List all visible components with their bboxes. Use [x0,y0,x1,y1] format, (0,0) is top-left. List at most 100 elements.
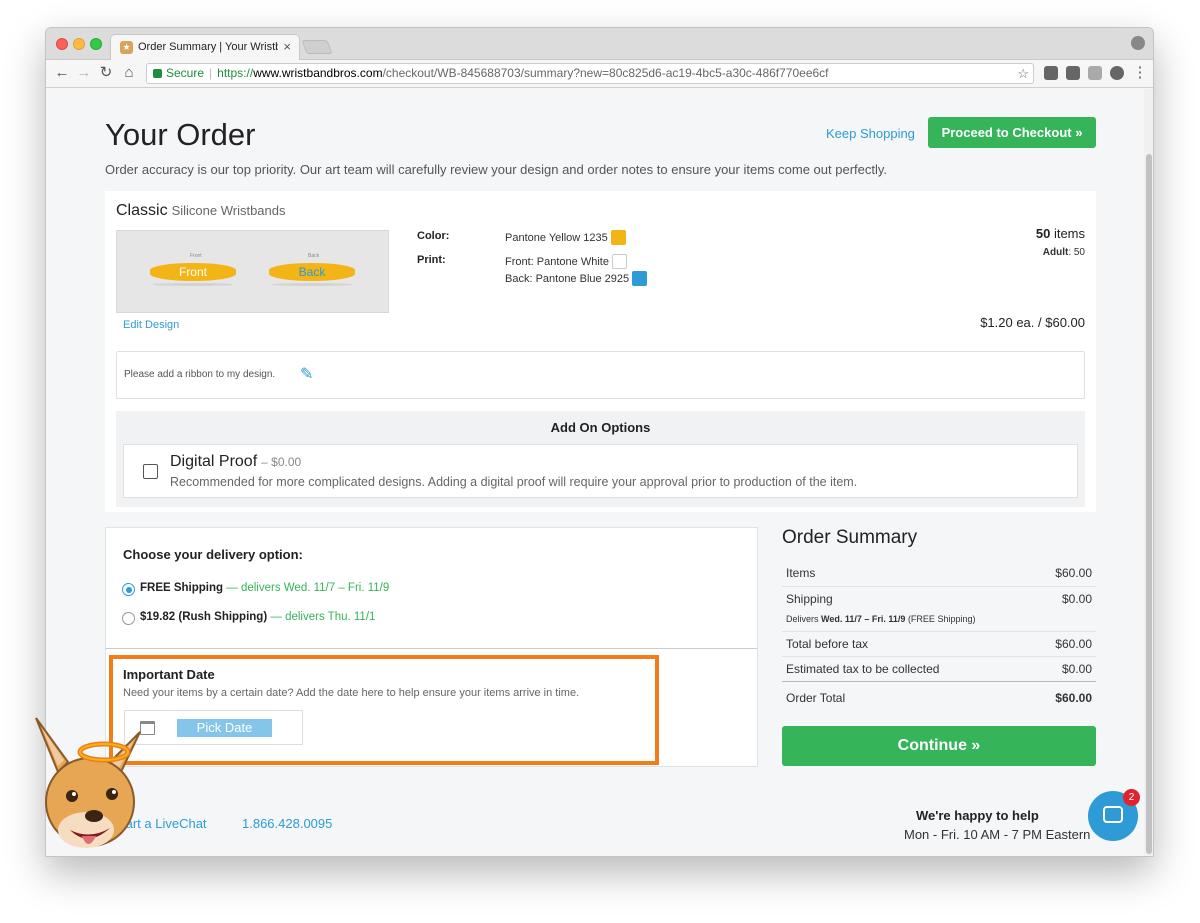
page-scrollbar[interactable] [1144,89,1153,856]
address-bar[interactable]: Secure | https://www.wristbandbros.com/che… [146,63,1034,84]
print-back-text: Back: Pantone Blue 2925 [505,273,630,285]
quantity-number: 50 [1035,226,1051,241]
cloud-extension-icon[interactable] [1088,66,1102,80]
chat-unread-badge: 2 [1123,789,1140,806]
summary-total-row: Order Total $60.00 [782,681,1096,710]
extension-icon[interactable] [1110,66,1124,80]
secure-label: Secure [166,66,205,80]
add-on-price: – $0.00 [261,455,302,469]
quantity-unit: items [1053,226,1085,241]
band-back-shadow [272,283,352,286]
date-picker[interactable]: Pick Date [124,710,303,745]
url-path: /checkout/WB-845688703/summary?new=80c82… [382,66,829,80]
url-scheme: https:// [217,66,254,80]
page-content: Your Order Keep Shopping Proceed to Chec… [46,89,1146,856]
front-caption: Front [190,253,202,259]
edit-design-link[interactable]: Edit Design [123,319,179,331]
proceed-to-checkout-button[interactable]: Proceed to Checkout » [928,117,1096,148]
shipping-value: $0.00 [1061,592,1092,606]
scrollbar-thumb[interactable] [1146,154,1152,854]
important-date-section: Important Date Need your items by a cert… [109,655,659,765]
product-card: Classic Silicone Wristbands Front Back Fr… [105,191,1096,512]
band-front: Front [150,263,236,281]
items-label: Items [786,566,816,580]
unit-price: $1.20 ea. / $60.00 [980,315,1085,330]
close-window-button[interactable] [56,38,68,50]
phone-link[interactable]: 1.866.428.0095 [242,816,332,831]
digital-proof-checkbox[interactable] [143,464,158,479]
yellow-swatch [610,230,626,245]
back-caption: Back [308,253,320,259]
delivery-title: Choose your delivery option: [123,547,303,562]
tab-close-icon[interactable]: × [283,39,291,54]
minimize-window-button[interactable] [73,38,85,50]
rush-shipping-radio[interactable] [122,612,135,625]
lock-icon [153,69,162,78]
add-on-digital-proof[interactable]: Digital Proof – $0.00 Recommended for mor… [123,444,1078,498]
tax-value: $0.00 [1061,662,1092,676]
forward-arrow-icon[interactable]: → [75,64,93,82]
free-shipping-label: FREE Shipping [140,582,224,594]
total-label: Order Total [786,691,846,705]
print-label: Print: [417,254,446,266]
add-on-description: Recommended for more complicated designs… [170,475,858,489]
product-subtitle: Silicone Wristbands [171,203,286,218]
order-summary-title: Order Summary [782,527,918,548]
adult-value: : 50 [1068,247,1085,258]
summary-delivers-row: Delivers Wed. 11/7 – Fri. 11/9 (FREE Shi… [782,611,1096,631]
pencil-icon[interactable]: ✎ [300,364,318,383]
important-date-description: Need your items by a certain date? Add t… [123,687,580,699]
browser-tab[interactable]: ★ Order Summary | Your Wristba × [110,34,300,60]
add-on-name: Digital Proof – $0.00 [170,453,301,471]
white-swatch [611,254,627,269]
add-on-options: Add On Options Digital Proof – $0.00 Reco… [116,411,1085,507]
keep-shopping-link[interactable]: Keep Shopping [826,126,915,141]
reload-icon[interactable]: ↻ [97,64,115,82]
rush-shipping-detail: — delivers Thu. 11/1 [270,611,376,623]
add-on-name-text: Digital Proof [170,453,258,470]
delivery-divider [106,648,757,649]
quantity: 50 items [1036,226,1085,241]
total-value: $60.00 [1055,691,1092,705]
adult-quantity: Adult: 50 [1043,247,1085,258]
mail-extension-icon[interactable] [1066,66,1080,80]
page-title: Your Order [105,117,256,152]
order-note[interactable]: Please add a ribbon to my design. ✎ [116,351,1085,399]
summary-tax-row: Estimated tax to be collected $0.00 [782,656,1096,681]
add-on-title: Add On Options [550,420,651,435]
chihuahua-mascot-icon [35,717,141,848]
before-tax-value: $60.00 [1055,637,1092,651]
back-arrow-icon[interactable]: ← [53,64,71,82]
chat-icon [1103,806,1123,823]
rush-shipping-option[interactable]: $19.82 (Rush Shipping) — delivers Thu. 1… [140,611,375,623]
free-shipping-radio[interactable] [122,583,135,596]
new-tab-button[interactable] [301,40,333,54]
menu-kebab-icon[interactable]: ⋮ [1131,64,1149,82]
print-back-value: Back: Pantone Blue 2925 [505,271,648,286]
url-host: www.wristbandbros.com [253,66,383,80]
help-heading: We're happy to help [916,808,1039,823]
important-date-title: Important Date [123,667,215,682]
product-name: Classic [116,202,168,219]
profile-icon[interactable] [1131,36,1145,50]
help-hours: Mon - Fri. 10 AM - 7 PM Eastern [904,827,1091,842]
bookmark-star-icon[interactable]: ☆ [1017,64,1029,83]
delivery-panel: Choose your delivery option: FREE Shippi… [105,527,758,767]
maximize-window-button[interactable] [90,38,102,50]
band-front-shadow [153,283,233,286]
items-value: $60.00 [1055,566,1092,580]
band-back: Back [269,263,355,281]
color-value: Pantone Yellow 1235 [505,230,626,245]
continue-button[interactable]: Continue » [782,726,1096,766]
pick-date-button[interactable]: Pick Date [177,719,272,737]
browser-window: ★ Order Summary | Your Wristba × ← → ↻ ⌂… [45,27,1154,857]
color-value-text: Pantone Yellow 1235 [505,232,608,244]
pocket-extension-icon[interactable] [1044,66,1058,80]
free-shipping-option[interactable]: FREE Shipping — delivers Wed. 11/7 – Fri… [140,582,389,594]
free-shipping-detail: — delivers Wed. 11/7 – Fri. 11/9 [226,582,390,594]
summary-items-row: Items $60.00 [782,561,1096,586]
home-icon[interactable]: ⌂ [120,64,138,82]
summary-shipping-row: Shipping $0.00 [782,586,1096,611]
summary-before-tax-row: Total before tax $60.00 [782,631,1096,656]
delivers-suffix: (FREE Shipping) [907,614,976,624]
